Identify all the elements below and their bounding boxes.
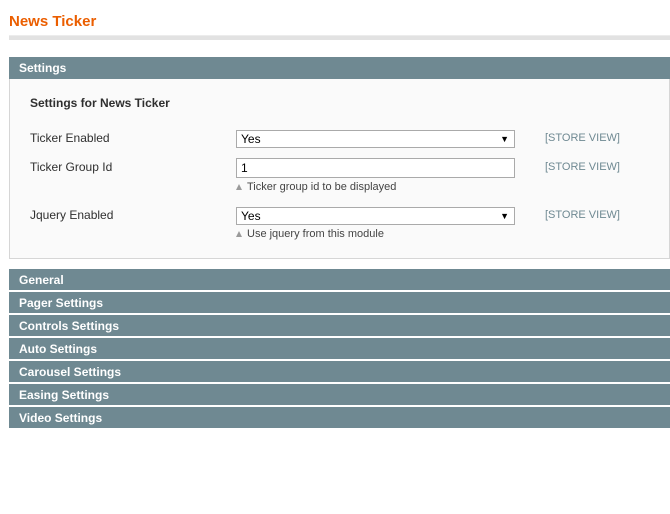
ticker-enabled-select[interactable]: Yes ▼	[236, 130, 515, 148]
section-header-auto-settings[interactable]: Auto Settings	[9, 338, 670, 360]
settings-fieldset: Settings for News Ticker Ticker Enabled …	[9, 79, 670, 259]
jquery-enabled-value: Yes	[241, 209, 261, 223]
section-header-pager-settings[interactable]: Pager Settings	[9, 292, 670, 314]
section-header-general[interactable]: General	[9, 269, 670, 291]
jquery-enabled-note: Use jquery from this module	[236, 228, 384, 240]
dropdown-arrow-icon: ▼	[500, 211, 509, 221]
section-header-easing-settings[interactable]: Easing Settings	[9, 384, 670, 406]
ticker-enabled-value: Yes	[241, 132, 261, 146]
page-title: News Ticker	[9, 13, 97, 30]
jquery-enabled-select[interactable]: Yes ▼	[236, 207, 515, 225]
section-header-controls-settings[interactable]: Controls Settings	[9, 315, 670, 337]
ticker-enabled-label: Ticker Enabled	[30, 131, 110, 145]
dropdown-arrow-icon: ▼	[500, 134, 509, 144]
ticker-group-id-input[interactable]: 1	[236, 158, 515, 178]
note-arrow-icon	[236, 184, 242, 190]
ticker-group-id-note-text: Ticker group id to be displayed	[247, 181, 397, 193]
section-header-video-settings[interactable]: Video Settings	[9, 407, 670, 429]
fieldset-legend: Settings for News Ticker	[30, 96, 170, 110]
title-divider	[9, 35, 670, 40]
section-header-carousel-settings[interactable]: Carousel Settings	[9, 361, 670, 383]
note-arrow-icon	[236, 231, 242, 237]
ticker-group-id-scope: [STORE VIEW]	[545, 161, 620, 173]
jquery-enabled-note-text: Use jquery from this module	[247, 228, 384, 240]
jquery-enabled-scope: [STORE VIEW]	[545, 209, 620, 221]
section-header-settings[interactable]: Settings	[9, 57, 670, 79]
ticker-group-id-label: Ticker Group Id	[30, 160, 113, 174]
jquery-enabled-label: Jquery Enabled	[30, 208, 114, 222]
ticker-enabled-scope: [STORE VIEW]	[545, 132, 620, 144]
ticker-group-id-note: Ticker group id to be displayed	[236, 181, 396, 193]
